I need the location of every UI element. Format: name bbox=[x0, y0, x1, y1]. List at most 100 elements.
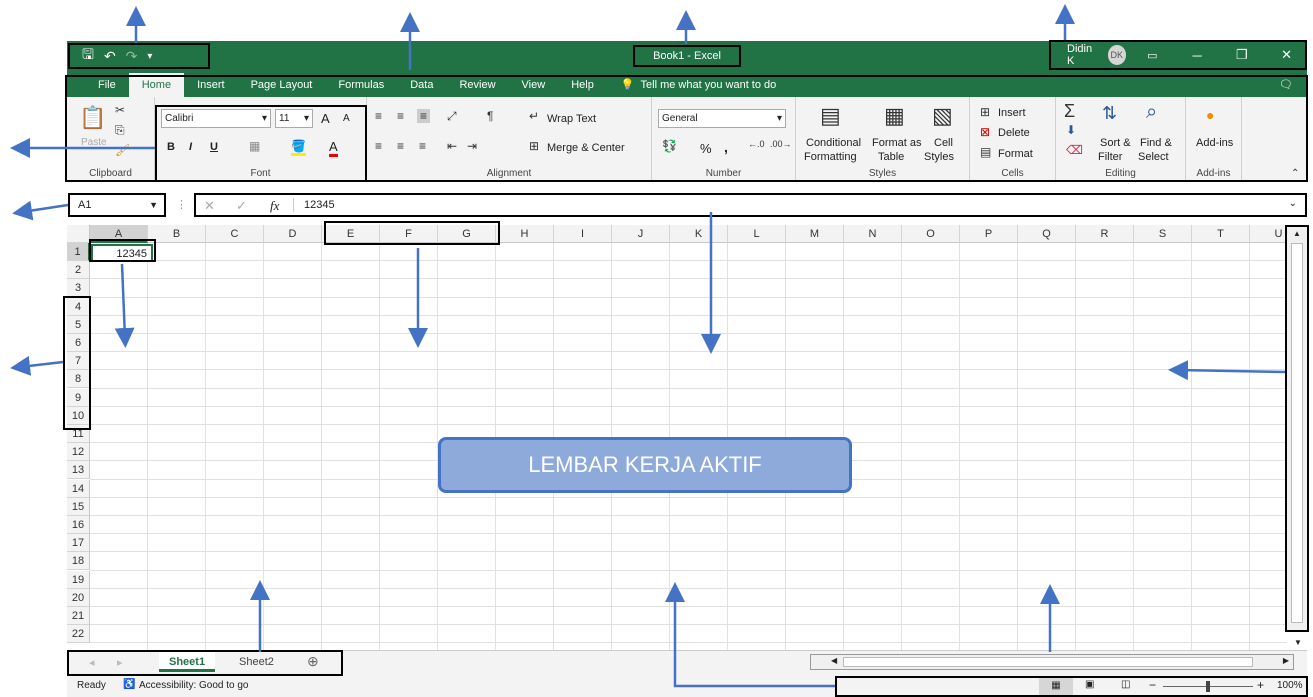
avatar[interactable]: DK bbox=[1107, 45, 1126, 65]
status-view-highlight bbox=[835, 676, 1308, 697]
row-header-12[interactable]: 12 bbox=[67, 443, 90, 462]
horizontal-scroll-thumb[interactable] bbox=[843, 657, 1253, 667]
vertical-scrollbar[interactable]: ▲ bbox=[1285, 225, 1309, 632]
column-header-u[interactable]: U bbox=[1250, 225, 1287, 243]
customize-qat-icon[interactable]: ▾ bbox=[147, 51, 152, 62]
accessibility-icon[interactable]: ♿ bbox=[123, 679, 135, 690]
status-ready: Ready bbox=[77, 680, 106, 691]
accessibility-status[interactable]: Accessibility: Good to go bbox=[139, 680, 249, 691]
undo-icon[interactable]: ↶ bbox=[104, 48, 116, 65]
column-header-p[interactable]: P bbox=[960, 225, 1018, 243]
column-header-k[interactable]: K bbox=[670, 225, 728, 243]
column-gridline bbox=[959, 243, 960, 650]
sheet-tabs-highlight: ◂ ▸ Sheet1 Sheet2 ⊕ bbox=[67, 650, 343, 676]
column-header-d[interactable]: D bbox=[264, 225, 322, 243]
arrow-namebox bbox=[12, 200, 69, 221]
column-header-j[interactable]: J bbox=[612, 225, 670, 243]
row-gridline bbox=[90, 405, 1287, 407]
column-gridline bbox=[1133, 243, 1134, 650]
font-group-highlight bbox=[155, 105, 367, 182]
column-header-b[interactable]: B bbox=[148, 225, 206, 243]
column-header-c[interactable]: C bbox=[206, 225, 264, 243]
row-header-20[interactable]: 20 bbox=[67, 588, 90, 607]
row-header-highlight bbox=[63, 296, 91, 430]
column-gridline bbox=[1191, 243, 1192, 650]
column-gridline bbox=[1075, 243, 1076, 650]
expand-formula-icon[interactable]: ⌄ bbox=[1289, 198, 1297, 209]
active-cell-highlight bbox=[89, 239, 156, 262]
row-gridline bbox=[90, 351, 1287, 353]
column-header-r[interactable]: R bbox=[1076, 225, 1134, 243]
column-header-s[interactable]: S bbox=[1134, 225, 1192, 243]
row-gridline bbox=[90, 496, 1287, 498]
row-gridline bbox=[90, 642, 1287, 644]
redo-icon[interactable]: ↷ bbox=[126, 48, 138, 65]
ribbon-display-icon[interactable]: ▭ bbox=[1134, 49, 1171, 62]
row-header-3[interactable]: 3 bbox=[67, 279, 90, 298]
next-sheet-icon[interactable]: ▸ bbox=[117, 656, 123, 669]
name-box[interactable]: A1 ▼ bbox=[68, 193, 166, 217]
row-header-18[interactable]: 18 bbox=[67, 552, 90, 571]
window-controls: Didin K DK ▭ ─ ❐ ✕ bbox=[1049, 40, 1307, 70]
active-sheet-label: LEMBAR KERJA AKTIF bbox=[438, 437, 852, 493]
column-gridline bbox=[379, 243, 380, 650]
row-header-15[interactable]: 15 bbox=[67, 497, 90, 516]
enter-icon[interactable]: ✓ bbox=[236, 198, 247, 214]
formula-input[interactable]: 12345 bbox=[304, 199, 335, 211]
row-header-17[interactable]: 17 bbox=[67, 534, 90, 553]
horizontal-scrollbar[interactable]: ◀ ▶ bbox=[810, 654, 1294, 670]
column-header-h[interactable]: H bbox=[496, 225, 554, 243]
column-header-n[interactable]: N bbox=[844, 225, 902, 243]
close-button[interactable]: ✕ bbox=[1268, 47, 1305, 63]
column-header-q[interactable]: Q bbox=[1018, 225, 1076, 243]
prev-sheet-icon[interactable]: ◂ bbox=[89, 656, 95, 669]
row-header-21[interactable]: 21 bbox=[67, 607, 90, 625]
column-gridline bbox=[147, 243, 148, 650]
insert-function-icon[interactable]: fx bbox=[270, 198, 279, 214]
row-header-2[interactable]: 2 bbox=[67, 261, 90, 280]
quick-access-toolbar: 🖫 ↶ ↷ ▾ bbox=[68, 43, 210, 69]
restore-button[interactable]: ❐ bbox=[1223, 47, 1260, 63]
scroll-down-icon[interactable]: ▼ bbox=[1294, 638, 1302, 647]
add-sheet-icon[interactable]: ⊕ bbox=[307, 653, 319, 670]
row-gridline bbox=[90, 587, 1287, 589]
select-all-corner[interactable] bbox=[67, 225, 90, 243]
column-gridline bbox=[1017, 243, 1018, 650]
vertical-scroll-thumb[interactable] bbox=[1291, 243, 1303, 623]
row-gridline bbox=[90, 314, 1287, 316]
row-gridline bbox=[90, 387, 1287, 389]
row-gridline bbox=[90, 260, 1287, 262]
row-header-22[interactable]: 22 bbox=[67, 625, 90, 644]
row-header-16[interactable]: 16 bbox=[67, 516, 90, 534]
window-title: Book1 - Excel bbox=[633, 45, 741, 67]
arrow-rowheader bbox=[10, 355, 64, 376]
column-header-o[interactable]: O bbox=[902, 225, 960, 243]
formula-divider bbox=[293, 198, 294, 212]
sheet-tab-2[interactable]: Sheet2 bbox=[229, 652, 284, 672]
row-gridline bbox=[90, 569, 1287, 571]
column-gridline bbox=[263, 243, 264, 650]
column-header-i[interactable]: I bbox=[554, 225, 612, 243]
row-header-19[interactable]: 19 bbox=[67, 570, 90, 589]
formula-bar-handle[interactable]: ⋮ bbox=[176, 198, 187, 211]
column-gridline bbox=[321, 243, 322, 650]
scroll-left-icon[interactable]: ◀ bbox=[831, 656, 837, 665]
column-header-m[interactable]: M bbox=[786, 225, 844, 243]
sheet-tab-1[interactable]: Sheet1 bbox=[159, 652, 216, 672]
scroll-up-icon[interactable]: ▲ bbox=[1293, 229, 1301, 238]
row-header-1[interactable]: 1 bbox=[67, 243, 90, 261]
minimize-button[interactable]: ─ bbox=[1179, 48, 1216, 63]
cancel-icon[interactable]: ✕ bbox=[204, 198, 215, 214]
column-gridline bbox=[205, 243, 206, 650]
save-icon[interactable]: 🖫 bbox=[82, 44, 94, 68]
row-header-14[interactable]: 14 bbox=[67, 479, 90, 498]
active-sheet-label-text: LEMBAR KERJA AKTIF bbox=[528, 452, 762, 477]
row-gridline bbox=[90, 333, 1287, 334]
column-header-l[interactable]: L bbox=[728, 225, 786, 243]
column-gridline bbox=[901, 243, 902, 650]
user-name[interactable]: Didin K bbox=[1067, 43, 1100, 67]
column-header-t[interactable]: T bbox=[1192, 225, 1250, 243]
scroll-right-icon[interactable]: ▶ bbox=[1283, 656, 1289, 665]
row-header-13[interactable]: 13 bbox=[67, 461, 90, 480]
column-gridline bbox=[1249, 243, 1250, 650]
